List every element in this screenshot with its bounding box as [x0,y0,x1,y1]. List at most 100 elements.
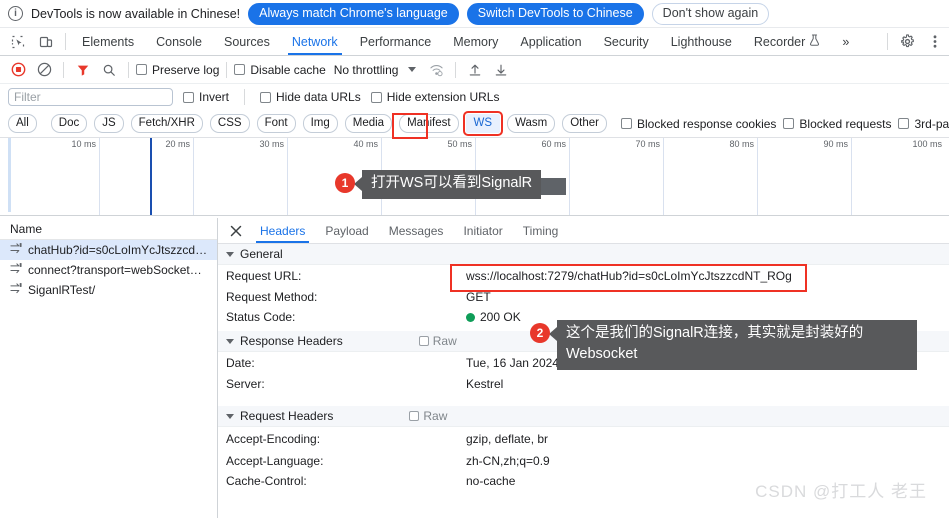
tab-headers[interactable]: Headers [250,218,315,243]
type-chip-ws[interactable]: WS [462,111,504,136]
overflow-chevrons-icon: » [842,34,850,49]
preserve-log-label: Preserve log [152,62,220,77]
tab-messages[interactable]: Messages [379,218,454,243]
tab-label: Security [603,34,649,49]
overview-tick: 30 ms [259,139,284,149]
tab-application[interactable]: Application [509,28,592,55]
clear-network-log-icon[interactable] [32,59,56,81]
throttling-select[interactable]: No throttling [334,63,399,77]
accept-encoding-value: gzip, deflate, br [466,432,549,446]
preserve-log-checkbox[interactable]: Preserve log [136,63,219,77]
overview-gridline [757,138,758,215]
request-row-connect[interactable]: connect?transport=webSocket… [0,260,217,280]
request-row-chathub[interactable]: chatHub?id=s0cLoImYcJtszzcd… [0,240,217,260]
tab-network[interactable]: Network [281,28,349,55]
toolbar-divider [65,33,66,50]
request-headers-title: Request Headers [240,409,334,423]
type-chip-other[interactable]: Other [562,114,607,133]
tab-performance[interactable]: Performance [349,28,443,55]
hide-extension-urls-checkbox[interactable]: Hide extension URLs [370,90,499,104]
record-stop-icon[interactable] [6,59,30,81]
response-headers-title: Response Headers [240,334,343,348]
request-method-value: GET [466,290,491,304]
type-chip-wasm[interactable]: Wasm [507,114,556,133]
import-har-icon[interactable] [463,59,487,81]
tab-lighthouse[interactable]: Lighthouse [660,28,743,55]
request-headers-section-header[interactable]: Request Headers Raw [218,406,949,427]
export-har-icon[interactable] [489,59,513,81]
close-icon[interactable] [222,218,250,243]
request-header-accept-language: Accept-Language: zh-CN,zh;q=0.9 [218,451,949,471]
chevron-down-icon [226,413,234,419]
tab-security[interactable]: Security [593,28,660,55]
tab-overflow-button[interactable]: » [831,28,860,55]
flask-experimental-icon [809,34,820,49]
annotation-badge: 1 [335,173,355,193]
type-chip-img[interactable]: Img [302,114,338,133]
overview-tick: 50 ms [447,139,472,149]
tab-console[interactable]: Console [145,28,213,55]
checkbox-box [418,336,429,346]
disable-cache-checkbox[interactable]: Disable cache [234,63,326,77]
overview-tick: 20 ms [165,139,190,149]
request-url-value[interactable]: wss://localhost:7279/chatHub?id=s0cLoImY… [466,269,792,283]
request-name: chatHub?id=s0cLoImYcJtszzcd… [28,243,208,257]
chevron-down-icon[interactable] [408,67,417,72]
kebab-menu-icon[interactable] [921,28,949,55]
toolbar-divider [63,61,64,78]
network-conditions-icon[interactable] [424,59,448,81]
type-chip-js[interactable]: JS [94,114,124,133]
type-chip-fetch-xhr[interactable]: Fetch/XHR [130,114,203,133]
type-chip-css[interactable]: CSS [209,114,250,133]
tab-initiator[interactable]: Initiator [453,218,512,243]
blocked-requests-checkbox[interactable]: Blocked requests [783,117,891,131]
general-section-header[interactable]: General [218,244,949,265]
chevron-down-icon [226,251,234,257]
cache-control-value: no-cache [466,474,516,488]
overview-gridline [851,138,852,215]
search-icon[interactable] [97,59,121,81]
type-chip-doc[interactable]: Doc [50,114,88,133]
type-chip-manifest[interactable]: Manifest [399,114,459,133]
tab-label: Memory [453,34,499,49]
tab-timing[interactable]: Timing [513,218,569,243]
checkbox-box [898,118,910,129]
checkbox-box [409,411,420,421]
blocked-response-cookies-checkbox[interactable]: Blocked response cookies [621,117,776,131]
websocket-icon [10,242,23,258]
dont-show-again-button[interactable]: Don't show again [651,2,770,25]
annotation-callout-1: 1 打开WS可以看到SignalR [335,170,542,199]
request-name: connect?transport=webSocket… [28,263,202,277]
device-toolbar-icon[interactable] [32,28,60,55]
overview-tick: 80 ms [729,139,754,149]
hide-data-urls-checkbox[interactable]: Hide data URLs [260,90,361,104]
request-list-header[interactable]: Name [0,218,217,240]
filter-input[interactable] [8,88,173,106]
tab-sources[interactable]: Sources [213,28,281,55]
gear-icon[interactable] [893,28,921,55]
status-code-key: Status Code: [226,310,296,324]
tab-memory[interactable]: Memory [442,28,509,55]
websocket-icon [10,282,23,298]
tab-label: Application [520,34,582,49]
tab-label: Network [291,34,338,49]
type-chip-all[interactable]: All [8,114,37,133]
invert-checkbox[interactable]: Invert [183,90,229,104]
inspect-element-icon[interactable] [4,28,32,55]
tab-payload[interactable]: Payload [315,218,378,243]
info-icon: i [8,6,23,21]
response-raw-toggle[interactable]: Raw [418,334,457,348]
always-match-language-button[interactable]: Always match Chrome's language [248,2,459,25]
tab-recorder[interactable]: Recorder [743,28,831,55]
type-chip-font[interactable]: Font [256,114,296,133]
status-ok-dot-icon [466,312,475,322]
switch-devtools-to-chinese-button[interactable]: Switch DevTools to Chinese [466,2,644,25]
third-party-requests-checkbox[interactable]: 3rd-party requests [898,117,949,131]
request-row-signalrtest[interactable]: SiganlRTest/ [0,280,217,300]
overview-gridline [99,138,100,215]
filter-funnel-icon[interactable] [71,59,95,81]
request-raw-toggle[interactable]: Raw [409,409,447,423]
type-chip-media[interactable]: Media [344,114,393,133]
overview-gridline [663,138,664,215]
tab-elements[interactable]: Elements [71,28,145,55]
